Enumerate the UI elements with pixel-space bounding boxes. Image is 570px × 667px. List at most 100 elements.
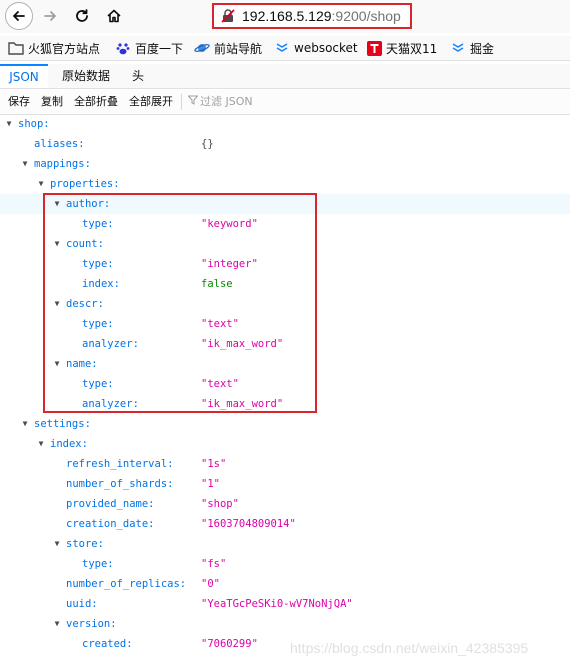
reload-button[interactable]: [69, 3, 95, 29]
bookmark-label: websocket: [294, 41, 358, 55]
tmall-t-icon: [366, 40, 382, 56]
url-text: 192.168.5.129:9200/shop: [242, 8, 401, 24]
tree-value: "1603704809014": [201, 518, 296, 530]
tree-row[interactable]: ▼ name:: [0, 354, 570, 374]
tree-value: "shop": [201, 498, 239, 510]
tree-value: "integer": [201, 258, 258, 270]
bookmarks-toolbar: 火狐官方站点 百度一下 前站导航 websocket 天猫双11 掘金: [0, 36, 570, 61]
tree-value: "keyword": [201, 218, 258, 230]
tree-row[interactable]: provided_name: "shop": [0, 494, 570, 514]
expand-toggle-icon[interactable]: ▼: [20, 154, 30, 174]
tree-row[interactable]: type: "keyword": [0, 214, 570, 234]
expand-toggle-icon[interactable]: ▼: [36, 174, 46, 194]
expand-toggle-icon[interactable]: ▼: [52, 354, 62, 374]
tree-value: "7060299": [201, 638, 258, 650]
tree-row[interactable]: ▼ properties:: [0, 174, 570, 194]
reload-icon: [76, 9, 88, 22]
tree-value: "YeaTGcPeSKi0-wV7NoNjQA": [201, 598, 353, 610]
url-bar[interactable]: 192.168.5.129:9200/shop: [212, 3, 412, 29]
tree-key: analyzer:: [82, 398, 139, 410]
home-icon: [107, 9, 121, 23]
tree-value: "fs": [201, 558, 227, 570]
tree-key: mappings:: [34, 158, 91, 170]
tree-row[interactable]: type: "text": [0, 314, 570, 334]
expand-toggle-icon[interactable]: ▼: [52, 614, 62, 634]
expand-toggle-icon[interactable]: ▼: [36, 434, 46, 454]
tree-value: "ik_max_word": [201, 398, 284, 410]
tree-row[interactable]: ▼ settings:: [0, 414, 570, 434]
tree-row[interactable]: number_of_shards: "1": [0, 474, 570, 494]
tree-key: author:: [66, 198, 111, 210]
tree-row[interactable]: ▼ mappings:: [0, 154, 570, 174]
tree-row[interactable]: ▼ version:: [0, 614, 570, 634]
tree-key: refresh_interval:: [66, 458, 174, 470]
tab-headers[interactable]: 头: [132, 64, 144, 88]
tree-key: type:: [82, 558, 114, 570]
bookmark-front-nav[interactable]: 前站导航: [194, 39, 262, 57]
tree-key: number_of_shards:: [66, 478, 174, 490]
tree-key: settings:: [34, 418, 91, 430]
filter-placeholder: 过滤 JSON: [200, 95, 253, 108]
tree-key: number_of_replicas:: [66, 578, 187, 590]
expand-toggle-icon[interactable]: ▼: [52, 294, 62, 314]
copy-button[interactable]: 复制: [41, 90, 63, 114]
tree-row[interactable]: analyzer: "ik_max_word": [0, 394, 570, 414]
filter-json-input[interactable]: 过滤 JSON: [187, 90, 253, 114]
tree-row[interactable]: type: "integer": [0, 254, 570, 274]
browser-navbar: 192.168.5.129:9200/shop: [0, 0, 570, 33]
url-path: :9200/shop: [331, 8, 401, 24]
expand-toggle-icon[interactable]: ▼: [4, 114, 14, 134]
tree-row[interactable]: ▼ store:: [0, 534, 570, 554]
tree-row[interactable]: type: "text": [0, 374, 570, 394]
tree-row[interactable]: ▼ shop:: [0, 114, 570, 134]
tree-key: name:: [66, 358, 98, 370]
tree-value: "1s": [201, 458, 227, 470]
tree-row[interactable]: analyzer: "ik_max_word": [0, 334, 570, 354]
bookmark-label: 火狐官方站点: [28, 41, 101, 56]
expand-toggle-icon[interactable]: ▼: [52, 234, 62, 254]
save-button[interactable]: 保存: [8, 90, 30, 114]
tree-value: "text": [201, 378, 239, 390]
planet-icon: [194, 40, 210, 56]
tree-row[interactable]: number_of_replicas: "0": [0, 574, 570, 594]
arrow-left-icon: [13, 11, 25, 21]
home-button[interactable]: [101, 3, 127, 29]
expand-toggle-icon[interactable]: ▼: [52, 194, 62, 214]
tab-raw-data[interactable]: 原始数据: [62, 64, 110, 88]
toolbar-divider: [181, 94, 182, 110]
back-button[interactable]: [5, 2, 33, 30]
tree-row[interactable]: ▼ count:: [0, 234, 570, 254]
funnel-icon: [187, 90, 199, 114]
bookmark-tmall[interactable]: 天猫双11: [366, 39, 437, 57]
tree-row[interactable]: ▼ author:: [0, 194, 570, 214]
expand-toggle-icon[interactable]: ▼: [52, 534, 62, 554]
bookmark-websocket[interactable]: websocket: [274, 39, 358, 57]
tree-row[interactable]: ▼ descr:: [0, 294, 570, 314]
collapse-all-button[interactable]: 全部折叠: [74, 90, 118, 114]
expand-toggle-icon[interactable]: ▼: [20, 414, 30, 434]
bookmark-firefox-official[interactable]: 火狐官方站点: [8, 39, 100, 57]
bookmark-label: 百度一下: [135, 41, 184, 56]
bookmark-juejin[interactable]: 掘金: [450, 39, 494, 57]
tree-row[interactable]: uuid: "YeaTGcPeSKi0-wV7NoNjQA": [0, 594, 570, 614]
tree-key: created:: [82, 638, 133, 650]
expand-all-button[interactable]: 全部展开: [129, 90, 173, 114]
tab-json[interactable]: JSON: [0, 64, 48, 88]
tree-row[interactable]: type: "fs": [0, 554, 570, 574]
insecure-lock-icon[interactable]: [220, 8, 236, 24]
tree-key: uuid:: [66, 598, 98, 610]
tree-key: index:: [50, 438, 88, 450]
forward-button[interactable]: [37, 3, 63, 29]
tree-row[interactable]: index: false: [0, 274, 570, 294]
tree-row[interactable]: ▼ index:: [0, 434, 570, 454]
tree-key: version:: [66, 618, 117, 630]
chevron-stack-icon: [274, 40, 290, 56]
tree-row[interactable]: creation_date: "1603704809014": [0, 514, 570, 534]
tree-row[interactable]: refresh_interval: "1s": [0, 454, 570, 474]
bookmark-label: 掘金: [470, 41, 495, 56]
tree-key: index:: [82, 278, 120, 290]
tree-key: descr:: [66, 298, 104, 310]
tree-value: "0": [201, 578, 220, 590]
tree-row[interactable]: aliases: {}: [0, 134, 570, 154]
bookmark-baidu[interactable]: 百度一下: [115, 39, 183, 57]
